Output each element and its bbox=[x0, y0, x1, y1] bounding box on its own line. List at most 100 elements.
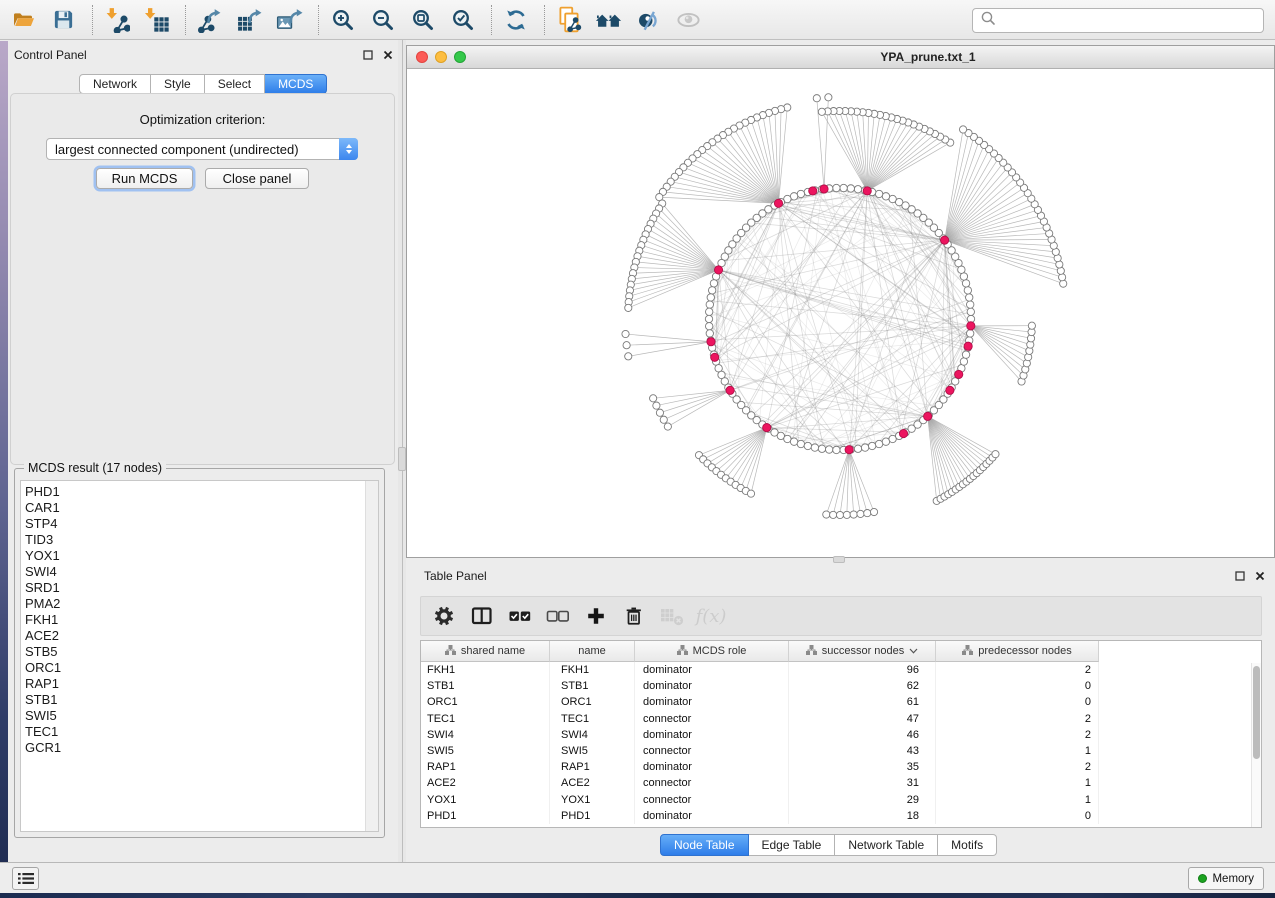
toolbar-separator bbox=[491, 5, 492, 35]
list-item[interactable]: ACE2 bbox=[25, 628, 378, 644]
table-row[interactable]: YOX1YOX1connector291 bbox=[421, 792, 1261, 808]
delete-table-icon[interactable] bbox=[657, 602, 687, 630]
table-cell: dominator bbox=[635, 759, 789, 775]
tab-select[interactable]: Select bbox=[205, 74, 265, 94]
fx-icon[interactable]: f(x) bbox=[695, 602, 725, 630]
open-folder-icon[interactable] bbox=[10, 6, 37, 33]
delete-row-icon[interactable] bbox=[619, 602, 649, 630]
column-header-successor-nodes[interactable]: successor nodes bbox=[789, 641, 936, 662]
table-row[interactable]: SWI4SWI4dominator462 bbox=[421, 727, 1261, 743]
table-cell: 1 bbox=[936, 743, 1099, 759]
columns-icon[interactable] bbox=[467, 602, 497, 630]
deselect-all-icon[interactable] bbox=[543, 602, 573, 630]
memory-button[interactable]: Memory bbox=[1188, 867, 1264, 890]
float-table-panel-icon[interactable] bbox=[1234, 570, 1246, 582]
list-item[interactable]: SRD1 bbox=[25, 580, 378, 596]
table-cell: 29 bbox=[789, 792, 936, 808]
table-cell: ORC1 bbox=[550, 694, 635, 710]
zoom-out-icon[interactable] bbox=[369, 6, 396, 33]
tab-mcds[interactable]: MCDS bbox=[265, 74, 327, 94]
list-item[interactable]: STP4 bbox=[25, 516, 378, 532]
close-window-icon[interactable] bbox=[416, 51, 428, 63]
task-history-button[interactable] bbox=[12, 867, 39, 890]
network-graph[interactable] bbox=[407, 69, 1274, 557]
float-panel-icon[interactable] bbox=[362, 49, 374, 61]
close-table-panel-icon[interactable] bbox=[1254, 570, 1266, 582]
add-row-icon[interactable] bbox=[581, 602, 611, 630]
table-cell: 43 bbox=[789, 743, 936, 759]
zoom-selected-icon[interactable] bbox=[449, 6, 476, 33]
table-row[interactable]: PHD1PHD1dominator180 bbox=[421, 808, 1261, 824]
horizontal-splitter-grip[interactable] bbox=[833, 556, 845, 563]
table-row[interactable]: TEC1TEC1connector472 bbox=[421, 711, 1261, 727]
export-network-icon[interactable] bbox=[196, 6, 223, 33]
tab-node-table[interactable]: Node Table bbox=[660, 834, 749, 856]
column-label: shared name bbox=[461, 645, 525, 657]
refresh-icon[interactable] bbox=[502, 6, 529, 33]
table-cell: 46 bbox=[789, 727, 936, 743]
list-item[interactable]: RAP1 bbox=[25, 676, 378, 692]
zoom-in-icon[interactable] bbox=[329, 6, 356, 33]
table-row[interactable]: ORC1ORC1dominator610 bbox=[421, 694, 1261, 710]
zoom-fit-icon[interactable] bbox=[409, 6, 436, 33]
mcds-result-scrollbar[interactable] bbox=[365, 481, 378, 831]
list-item[interactable]: TID3 bbox=[25, 532, 378, 548]
clone-network-icon[interactable] bbox=[555, 6, 582, 33]
list-item[interactable]: PMA2 bbox=[25, 596, 378, 612]
list-item[interactable]: FKH1 bbox=[25, 612, 378, 628]
optimization-criterion-select[interactable]: largest connected component (undirected) bbox=[46, 138, 358, 160]
table-row[interactable]: SWI5SWI5connector431 bbox=[421, 743, 1261, 759]
export-image-icon[interactable] bbox=[276, 6, 303, 33]
import-network-icon[interactable] bbox=[103, 6, 130, 33]
mcds-result-list[interactable]: PHD1CAR1STP4TID3YOX1SWI4SRD1PMA2FKH1ACE2… bbox=[20, 480, 379, 832]
search-input[interactable] bbox=[997, 9, 1263, 32]
list-item[interactable]: SWI5 bbox=[25, 708, 378, 724]
export-table-icon[interactable] bbox=[236, 6, 263, 33]
list-item[interactable]: CAR1 bbox=[25, 500, 378, 516]
list-item[interactable]: STB1 bbox=[25, 692, 378, 708]
list-item[interactable]: SWI4 bbox=[25, 564, 378, 580]
column-header-predecessor-nodes[interactable]: predecessor nodes bbox=[936, 641, 1099, 662]
table-scrollbar[interactable] bbox=[1251, 663, 1261, 827]
toolbar-separator bbox=[185, 5, 186, 35]
table-row[interactable]: FKH1FKH1dominator962 bbox=[421, 662, 1261, 678]
tab-style[interactable]: Style bbox=[151, 74, 205, 94]
list-item[interactable]: YOX1 bbox=[25, 548, 378, 564]
list-item[interactable]: ORC1 bbox=[25, 660, 378, 676]
column-header-shared-name[interactable]: shared name bbox=[421, 641, 550, 662]
table-row[interactable]: RAP1RAP1dominator352 bbox=[421, 759, 1261, 775]
list-item[interactable]: GCR1 bbox=[25, 740, 378, 756]
column-header-name[interactable]: name bbox=[550, 641, 635, 662]
close-panel-button[interactable]: Close panel bbox=[205, 168, 309, 189]
vertical-splitter-grip[interactable] bbox=[398, 447, 406, 471]
list-item[interactable]: STB5 bbox=[25, 644, 378, 660]
graphics-details-icon[interactable] bbox=[635, 6, 662, 33]
table-scrollbar-thumb[interactable] bbox=[1253, 666, 1260, 759]
list-item[interactable]: TEC1 bbox=[25, 724, 378, 740]
close-panel-icon[interactable] bbox=[382, 49, 394, 61]
tab-network[interactable]: Network bbox=[79, 74, 151, 94]
tab-network-table[interactable]: Network Table bbox=[835, 834, 938, 856]
main-toolbar-icons bbox=[10, 0, 715, 39]
select-all-icon[interactable] bbox=[505, 602, 535, 630]
vertical-splitter[interactable] bbox=[398, 40, 406, 862]
table-tabs: Node TableEdge TableNetwork TableMotifs bbox=[660, 834, 997, 856]
network-window-title: YPA_prune.txt_1 bbox=[466, 50, 1274, 64]
eye-icon[interactable] bbox=[675, 6, 702, 33]
run-mcds-button[interactable]: Run MCDS bbox=[96, 168, 193, 189]
column-header-MCDS-role[interactable]: MCDS role bbox=[635, 641, 789, 662]
minimize-window-icon[interactable] bbox=[435, 51, 447, 63]
save-icon[interactable] bbox=[50, 6, 77, 33]
cytoscape-window: Control Panel NetworkStyleSelectMCDS Opt… bbox=[0, 0, 1275, 898]
list-item[interactable]: PHD1 bbox=[25, 484, 378, 500]
gear-icon[interactable] bbox=[429, 602, 459, 630]
table-row[interactable]: ACE2ACE2connector311 bbox=[421, 775, 1261, 791]
maximize-window-icon[interactable] bbox=[454, 51, 466, 63]
table-row[interactable]: STB1STB1dominator620 bbox=[421, 678, 1261, 694]
tab-edge-table[interactable]: Edge Table bbox=[749, 834, 836, 856]
two-houses-icon[interactable] bbox=[595, 6, 622, 33]
tab-motifs[interactable]: Motifs bbox=[938, 834, 997, 856]
column-label: successor nodes bbox=[822, 645, 905, 657]
import-table-icon[interactable] bbox=[143, 6, 170, 33]
table-cell: 62 bbox=[789, 678, 936, 694]
